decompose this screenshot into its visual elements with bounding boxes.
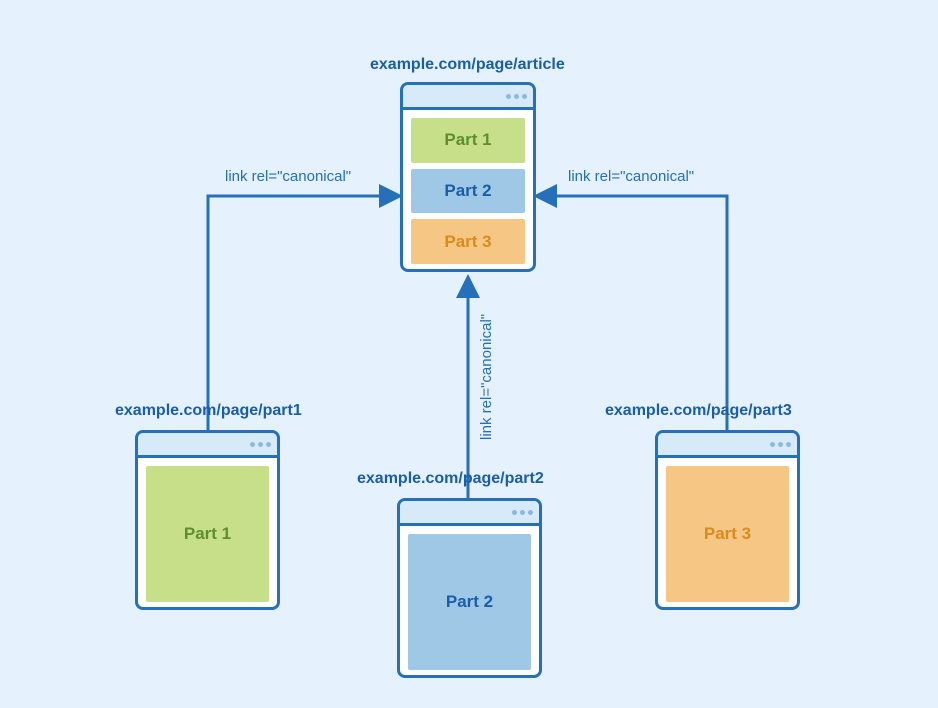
window-dot-icon (520, 510, 525, 515)
card-body: Part 2 (400, 526, 539, 678)
window-dot-icon (512, 510, 517, 515)
window-dot-icon (786, 442, 791, 447)
canonical-link-label-middle: link rel="canonical" (478, 314, 495, 440)
arrow-left (208, 196, 397, 430)
part-content: Part 2 (408, 534, 531, 670)
window-dot-icon (514, 94, 519, 99)
card-body: Part 1 (138, 458, 277, 610)
part3-url-label: example.com/page/part3 (605, 402, 792, 420)
part-content: Part 3 (666, 466, 789, 602)
window-titlebar (658, 433, 797, 458)
window-dot-icon (266, 442, 271, 447)
window-titlebar (138, 433, 277, 458)
part1-url-label: example.com/page/part1 (115, 402, 302, 420)
window-titlebar (403, 85, 533, 110)
card-body: Part 1 Part 2 Part 3 (403, 110, 533, 272)
part2-url-label: example.com/page/part2 (357, 470, 544, 488)
part-content: Part 1 (146, 466, 269, 602)
window-dot-icon (770, 442, 775, 447)
main-url-label: example.com/page/article (370, 56, 565, 74)
article-part-row: Part 2 (411, 169, 525, 214)
canonical-link-label-left: link rel="canonical" (225, 168, 351, 185)
window-dot-icon (506, 94, 511, 99)
main-article-card: Part 1 Part 2 Part 3 (400, 82, 536, 272)
window-dot-icon (522, 94, 527, 99)
window-dot-icon (528, 510, 533, 515)
article-part-row: Part 3 (411, 219, 525, 264)
window-titlebar (400, 501, 539, 526)
article-part-row: Part 1 (411, 118, 525, 163)
canonical-link-label-right: link rel="canonical" (568, 168, 694, 185)
window-dot-icon (258, 442, 263, 447)
window-dot-icon (778, 442, 783, 447)
arrow-right (539, 196, 727, 430)
card-body: Part 3 (658, 458, 797, 610)
part2-card: Part 2 (397, 498, 542, 678)
diagram-canvas: example.com/page/article Part 1 Part 2 P… (0, 0, 938, 708)
window-dot-icon (250, 442, 255, 447)
part1-card: Part 1 (135, 430, 280, 610)
part3-card: Part 3 (655, 430, 800, 610)
